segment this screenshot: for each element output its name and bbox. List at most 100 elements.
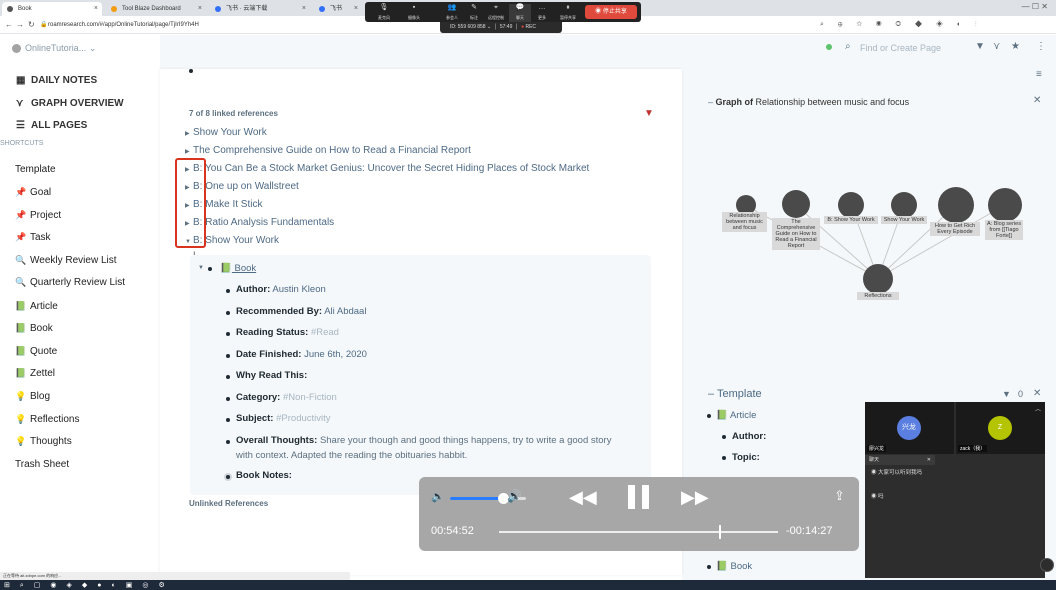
shortcut-item[interactable]: 📌 Project xyxy=(15,210,61,221)
book-page-link[interactable]: 📗 Book xyxy=(220,263,256,274)
chat-button[interactable]: 💬 聊天 xyxy=(509,4,531,22)
close-icon[interactable]: × xyxy=(354,2,358,16)
shortcut-item[interactable]: 📗 Quote xyxy=(15,346,57,357)
attribute-row[interactable]: Book Notes: xyxy=(236,470,292,481)
taskbar-icons[interactable]: ⊞⌕▢◉◈◆●◐▣◎⚙ xyxy=(4,581,175,590)
search-input[interactable]: Find or Create Page xyxy=(860,43,941,53)
attribute-key[interactable]: Subject: xyxy=(236,413,273,424)
graph-node[interactable] xyxy=(863,264,893,294)
close-icon[interactable]: × xyxy=(94,2,98,16)
attribute-value[interactable]: #Read xyxy=(311,327,339,338)
block-bullet[interactable] xyxy=(189,69,193,73)
seek-bar[interactable] xyxy=(499,525,778,539)
filter-icon[interactable]: ▼ xyxy=(644,108,654,119)
participant-tile[interactable]: 兴龙 廖兴龙 xyxy=(865,402,954,454)
right-sidebar-toggle-icon[interactable]: ≡ xyxy=(1036,69,1042,80)
collapse-icon[interactable]: ▼ xyxy=(198,265,204,271)
reference-title[interactable]: B: You Can Be a Stock Market Genius: Unc… xyxy=(193,163,589,174)
participants-button[interactable]: 👥 参会人 xyxy=(441,4,463,22)
share-icon[interactable]: ⇪ xyxy=(834,488,845,504)
shortcut-item[interactable]: 📗 Zettel xyxy=(15,368,55,379)
browser-tab[interactable]: 飞书 × xyxy=(314,2,362,16)
graph-node[interactable] xyxy=(938,187,974,223)
mic-button[interactable]: 🎙 麦克风 xyxy=(373,4,395,22)
unlinked-references-heading[interactable]: Unlinked References xyxy=(189,499,268,508)
nav-all-pages[interactable]: ☰ ALL PAGES xyxy=(16,120,87,131)
expand-icon[interactable]: ▶ xyxy=(185,148,193,155)
attribute-key[interactable]: Author: xyxy=(236,284,270,295)
attribute-row[interactable]: Author: Austin Kleon xyxy=(236,284,326,295)
attribute-key[interactable]: Overall Thoughts: xyxy=(236,435,317,446)
reference-item[interactable]: ▶ B: Ratio Analysis Fundamentals xyxy=(185,217,334,228)
attribute-row[interactable]: Category: #Non-Fiction xyxy=(236,392,337,403)
attribute-key[interactable]: Category: xyxy=(236,392,280,403)
close-icon[interactable]: × xyxy=(198,2,202,16)
shortcut-item[interactable]: 📗 Book xyxy=(15,323,53,334)
block-bullet[interactable] xyxy=(226,475,230,479)
attribute-row[interactable]: Date Finished: June 6th, 2020 xyxy=(236,349,367,360)
reference-title[interactable]: B: One up on Wallstreet xyxy=(193,181,299,192)
block-bullet[interactable] xyxy=(208,267,212,271)
block-bullet[interactable] xyxy=(226,289,230,293)
browser-tab[interactable]: 飞书 · 云端下载 × xyxy=(210,2,310,16)
graph-icon[interactable]: ⋎ xyxy=(993,41,1000,52)
back-icon[interactable]: ← xyxy=(5,19,13,31)
attribute-value[interactable]: June 6th, 2020 xyxy=(304,349,367,360)
rewind-icon[interactable]: ◀◀ xyxy=(569,487,597,508)
shortcut-item[interactable]: 📌 Goal xyxy=(15,187,51,198)
template-title[interactable]: Template xyxy=(717,388,762,400)
remote-control-button[interactable]: ⌖ 远程控制 xyxy=(485,4,507,22)
reference-title[interactable]: Show Your Work xyxy=(193,127,267,138)
graph-switcher[interactable]: OnlineTutoria... ⌄ xyxy=(12,43,96,54)
volume-low-icon[interactable]: 🔈 xyxy=(431,490,445,503)
attribute-row[interactable]: Recommended By: Ali Abdaal xyxy=(236,306,366,317)
attribute-row[interactable]: Overall Thoughts: Share your though and … xyxy=(236,435,611,446)
shortcut-item[interactable]: Template xyxy=(15,164,56,175)
nav-daily-notes[interactable]: ▦ DAILY NOTES xyxy=(16,75,97,86)
attribute-row[interactable]: Reading Status: #Read xyxy=(236,327,339,338)
close-graph-icon[interactable]: ✕ xyxy=(1033,95,1041,106)
participant-tile[interactable]: Z zack（我） xyxy=(956,402,1045,454)
shortcut-item[interactable]: 💡 Reflections xyxy=(15,414,79,425)
attribute-value[interactable]: #Non-Fiction xyxy=(283,392,337,403)
block-bullet[interactable] xyxy=(226,397,230,401)
graph-node[interactable] xyxy=(782,190,810,218)
window-controls[interactable]: — ☐ ✕ xyxy=(1022,2,1048,11)
attribute-value[interactable]: Ali Abdaal xyxy=(324,306,366,317)
reference-item[interactable]: ▶ Show Your Work xyxy=(185,127,267,138)
shortcut-item[interactable]: 📌 Task xyxy=(15,232,51,243)
shortcut-item[interactable]: 💡 Thoughts xyxy=(15,436,72,447)
attribute-key[interactable]: Why Read This: xyxy=(236,370,307,381)
pause-share-button[interactable]: ⏸ 暂停共享 xyxy=(557,4,579,22)
close-icon[interactable]: × xyxy=(302,2,306,16)
block-bullet[interactable] xyxy=(226,311,230,315)
collapse-icon[interactable]: ︿ xyxy=(1035,404,1041,413)
browser-tab[interactable]: Book × xyxy=(2,2,102,16)
attribute-row[interactable]: Why Read This: xyxy=(236,370,307,381)
extension-icons[interactable]: ⌕ ⊕ ☆ ◉ ◎ ◆ ◈ ◐ ⋮ xyxy=(820,19,983,31)
browser-tab[interactable]: Tool Blaze Dashboard × xyxy=(106,2,206,16)
template-article-link[interactable]: 📗 Article xyxy=(716,410,756,421)
collapse-dash[interactable]: – xyxy=(708,97,713,107)
shortcut-item[interactable]: 📗 Article xyxy=(15,301,58,312)
close-icon[interactable]: ✕ xyxy=(927,455,931,465)
attribute-value[interactable]: #Productivity xyxy=(276,413,330,424)
nav-graph-overview[interactable]: ⋎ GRAPH OVERVIEW xyxy=(16,98,124,109)
forward-icon[interactable]: → xyxy=(16,19,24,31)
block-bullet[interactable] xyxy=(226,354,230,358)
meeting-float-icon[interactable] xyxy=(1040,558,1054,572)
camera-button[interactable]: ▪ 摄像头 xyxy=(403,4,425,22)
graph-node[interactable] xyxy=(988,188,1022,222)
attribute-key[interactable]: Book Notes: xyxy=(236,470,292,481)
graph-node[interactable] xyxy=(891,192,917,218)
annotate-button[interactable]: ✎ 标注 xyxy=(463,4,485,22)
attribute-row[interactable]: Subject: #Productivity xyxy=(236,413,331,424)
block-bullet[interactable] xyxy=(226,440,230,444)
shortcut-item[interactable]: 🔍 Quarterly Review List xyxy=(15,277,125,288)
more-icon[interactable]: ⋮ xyxy=(1036,41,1046,52)
graph-node[interactable] xyxy=(838,192,864,218)
fast-forward-icon[interactable]: ▶▶ xyxy=(681,487,709,508)
shortcut-item[interactable]: 💡 Blog xyxy=(15,391,50,402)
reference-item[interactable]: ▶ B: You Can Be a Stock Market Genius: Un… xyxy=(185,163,589,174)
star-icon[interactable]: ★ xyxy=(1011,41,1020,52)
